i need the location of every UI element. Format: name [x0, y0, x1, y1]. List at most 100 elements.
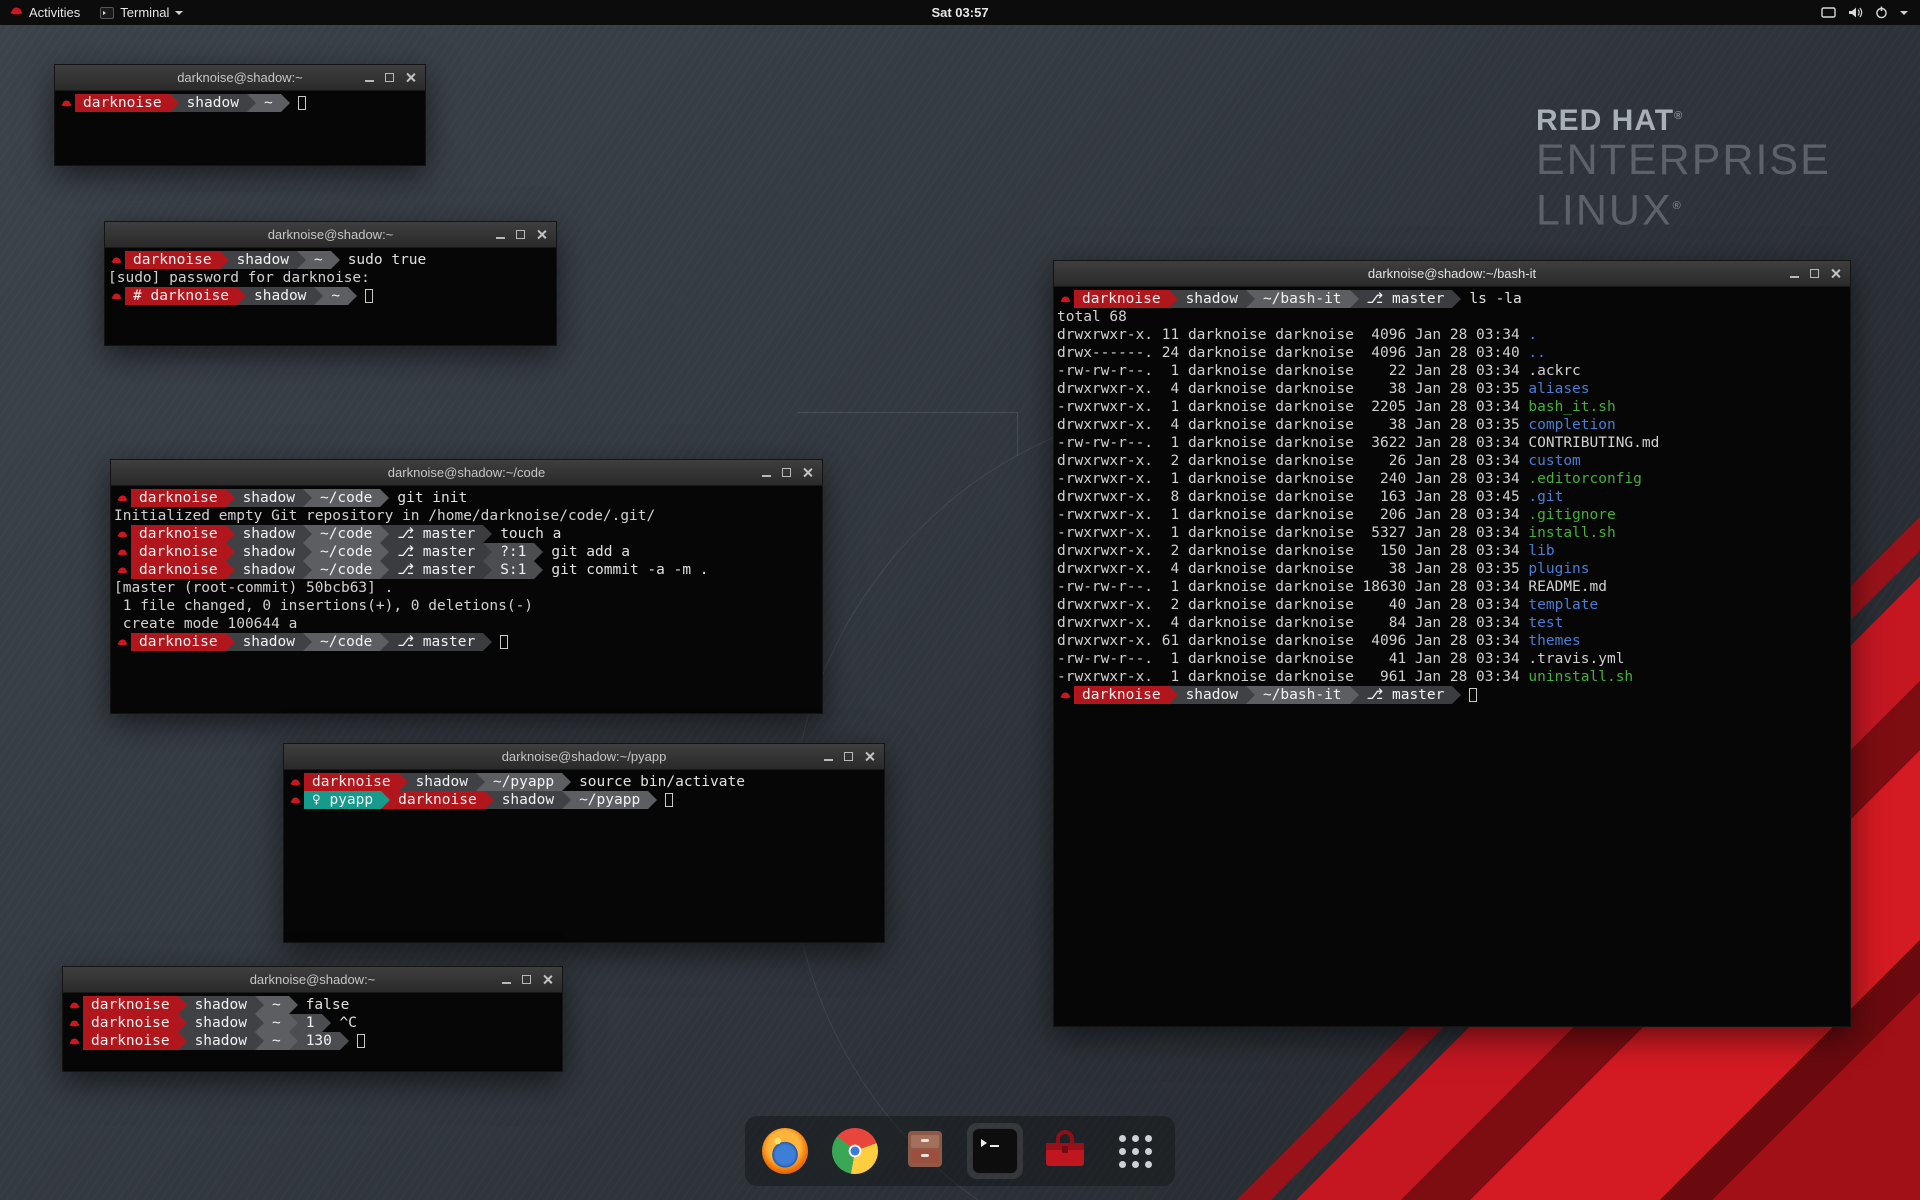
- display-icon: [1821, 7, 1836, 19]
- prompt-segment: ♀ pyapp: [304, 791, 381, 809]
- terminal-line: darknoiseshadow~/code⎇ master: [114, 633, 819, 651]
- terminal-window-home-2: darknoise@shadow:~ darknoiseshadow~false…: [62, 966, 563, 1072]
- terminal-line: 1 file changed, 0 insertions(+), 0 delet…: [114, 597, 819, 615]
- terminal-content[interactable]: darknoiseshadow~: [55, 91, 425, 112]
- prompt-segment: shadow: [1178, 686, 1246, 704]
- powerline-arrow-icon: [381, 791, 390, 809]
- dock-terminal-button[interactable]: [967, 1123, 1023, 1179]
- window-title: darknoise@shadow:~: [63, 972, 562, 987]
- terminal-line: darknoiseshadow~/code⎇ mastertouch a: [114, 525, 819, 543]
- prompt-segment: # darknoise: [125, 287, 237, 305]
- minimize-button[interactable]: [502, 976, 511, 984]
- redhat-prompt-icon: [114, 633, 131, 651]
- powerline-arrow-icon: [340, 1032, 349, 1050]
- terminal-window-code: darknoise@shadow:~/code darknoiseshadow~…: [110, 459, 823, 714]
- terminal-content[interactable]: darknoiseshadow~sudo true[sudo] password…: [105, 248, 556, 305]
- maximize-button[interactable]: [522, 975, 531, 984]
- window-titlebar[interactable]: darknoise@shadow:~: [63, 967, 562, 993]
- prompt-segment: darknoise: [131, 525, 226, 543]
- command-text: ls -la: [1469, 291, 1521, 307]
- close-button[interactable]: [1830, 268, 1841, 279]
- prompt-segment: darknoise: [131, 633, 226, 651]
- prompt-segment: ⎇ master: [389, 561, 483, 579]
- powerline-arrow-icon: [380, 561, 389, 579]
- powerline-arrow-icon: [476, 773, 485, 791]
- output-text: -rw-rw-r--. 1 darknoise darknoise 22 Jan…: [1057, 363, 1528, 379]
- maximize-button[interactable]: [1810, 269, 1819, 278]
- file-name: .gitignore: [1528, 507, 1615, 523]
- window-titlebar[interactable]: darknoise@shadow:~/bash-it: [1054, 261, 1850, 287]
- close-button[interactable]: [802, 467, 813, 478]
- prompt-segment: shadow: [235, 489, 303, 507]
- prompt-segment: shadow: [179, 94, 247, 112]
- powerline-arrow-icon: [247, 94, 256, 112]
- prompt-segment: darknoise: [83, 1032, 178, 1050]
- minimize-button[interactable]: [824, 753, 833, 761]
- terminal-line: -rwxrwxr-x. 1 darknoise darknoise 206 Ja…: [1057, 506, 1847, 524]
- powerline-arrow-icon: [534, 561, 543, 579]
- app-menu-terminal[interactable]: Terminal: [90, 0, 193, 25]
- dock-chrome-button[interactable]: [827, 1123, 883, 1179]
- terminal-content[interactable]: darknoiseshadow~/pyappsource bin/activat…: [284, 770, 884, 809]
- output-text: -rwxrwxr-x. 1 darknoise darknoise 206 Ja…: [1057, 507, 1528, 523]
- dock: [745, 1116, 1175, 1186]
- minimize-button[interactable]: [496, 231, 505, 239]
- window-titlebar[interactable]: darknoise@shadow:~/pyapp: [284, 744, 884, 770]
- powerline-arrow-icon: [1350, 290, 1359, 308]
- close-button[interactable]: [405, 72, 416, 83]
- prompt-segment: ⎇ master: [389, 543, 483, 561]
- maximize-button[interactable]: [782, 468, 791, 477]
- maximize-button[interactable]: [385, 73, 394, 82]
- output-text: drwxrwxr-x. 4 darknoise darknoise 38 Jan…: [1057, 381, 1528, 397]
- redhat-prompt-icon: [58, 94, 75, 112]
- powerline-arrow-icon: [303, 633, 312, 651]
- maximize-button[interactable]: [844, 752, 853, 761]
- output-text: .travis.yml: [1528, 651, 1624, 667]
- output-text: drwxrwxr-x. 4 darknoise darknoise 38 Jan…: [1057, 417, 1528, 433]
- prompt-segment: ~/code: [312, 543, 380, 561]
- window-titlebar[interactable]: darknoise@shadow:~: [55, 65, 425, 91]
- minimize-button[interactable]: [365, 74, 374, 82]
- close-button[interactable]: [864, 751, 875, 762]
- dock-toolbox-button[interactable]: [1037, 1123, 1093, 1179]
- file-name: plugins: [1528, 561, 1589, 577]
- terminal-line: darknoiseshadow~/codegit init: [114, 489, 819, 507]
- close-button[interactable]: [542, 974, 553, 985]
- prompt-segment: shadow: [187, 1032, 255, 1050]
- terminal-content[interactable]: darknoiseshadow~/bash-it⎇ masterls -lato…: [1054, 287, 1850, 704]
- command-text: false: [306, 997, 350, 1013]
- prompt-segment: ~/bash-it: [1255, 686, 1350, 704]
- prompt-segment: shadow: [229, 251, 297, 269]
- window-titlebar[interactable]: darknoise@shadow:~/code: [111, 460, 822, 486]
- terminal-content[interactable]: darknoiseshadow~falsedarknoiseshadow~1^C…: [63, 993, 562, 1050]
- clock[interactable]: Sat 03:57: [0, 5, 1920, 20]
- system-status-area[interactable]: [1809, 0, 1920, 25]
- file-name: test: [1528, 615, 1563, 631]
- window-title: darknoise@shadow:~/bash-it: [1054, 266, 1850, 281]
- dock-files-button[interactable]: [897, 1123, 953, 1179]
- prompt-segment: ~/code: [312, 489, 380, 507]
- redhat-prompt-icon: [114, 543, 131, 561]
- prompt-segment: ⎇ master: [1359, 290, 1453, 308]
- terminal-cursor: [665, 793, 673, 807]
- output-text: drwxrwxr-x. 2 darknoise darknoise 40 Jan…: [1057, 597, 1528, 613]
- activities-button[interactable]: Activities: [0, 0, 90, 25]
- prompt-segment: shadow: [246, 287, 314, 305]
- powerline-arrow-icon: [1246, 290, 1255, 308]
- close-button[interactable]: [536, 229, 547, 240]
- dock-firefox-button[interactable]: [757, 1123, 813, 1179]
- file-name: .git: [1528, 489, 1563, 505]
- output-text: total 68: [1057, 309, 1127, 325]
- powerline-arrow-icon: [226, 543, 235, 561]
- dock-app-grid-button[interactable]: [1107, 1123, 1163, 1179]
- wallpaper-line-decoration: [798, 412, 1018, 456]
- minimize-button[interactable]: [1790, 270, 1799, 278]
- minimize-button[interactable]: [762, 469, 771, 477]
- firefox-icon: [762, 1128, 808, 1174]
- powerline-arrow-icon: [314, 287, 323, 305]
- terminal-content[interactable]: darknoiseshadow~/codegit initInitialized…: [111, 486, 822, 651]
- powerline-arrow-icon: [380, 543, 389, 561]
- powerline-arrow-icon: [483, 561, 492, 579]
- window-titlebar[interactable]: darknoise@shadow:~: [105, 222, 556, 248]
- maximize-button[interactable]: [516, 230, 525, 239]
